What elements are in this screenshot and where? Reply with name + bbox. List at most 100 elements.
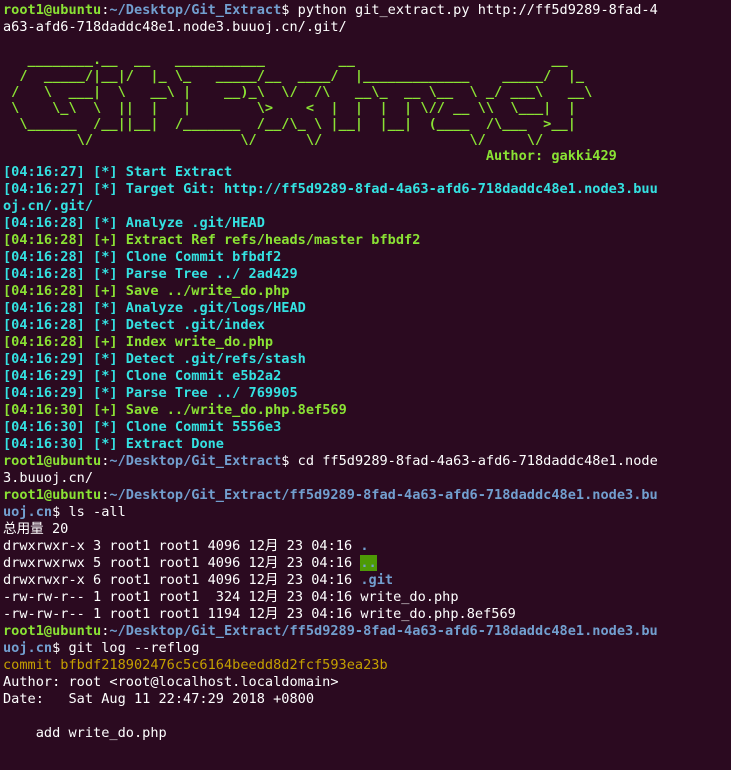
log-line: oj.cn/.git/: [3, 198, 731, 215]
log-line: [04:16:28] [*] Detect .git/index: [3, 317, 731, 334]
log-time: [04:16:28]: [3, 283, 85, 299]
log-tag: [+]: [93, 283, 118, 299]
log-tag: [+]: [93, 232, 118, 248]
git-commit-hash: commit bfbdf218902476c5c6164beedd8d2fcf5…: [3, 657, 388, 673]
log-line: [04:16:30] [*] Extract Done: [3, 436, 731, 453]
command-line-3: root1@ubuntu:~/Desktop/Git_Extract/ff5d9…: [3, 487, 658, 503]
log-tag: [+]: [93, 334, 118, 350]
log-time: [04:16:30]: [3, 402, 85, 418]
log-line: [04:16:28] [+] Extract Ref refs/heads/ma…: [3, 232, 731, 249]
log-message: Detect .git/refs/stash: [125, 351, 306, 367]
log-message: Extract Ref refs/heads/master bfbdf2: [125, 232, 421, 248]
prompt-directory: ~/Desktop/Git_Extract/ff5d9289-8fad-4a63…: [109, 487, 658, 503]
log-line: [04:16:28] [*] Clone Commit bfbdf2: [3, 249, 731, 266]
ls-meta: -rw-rw-r-- 1 root1 root1 1194 12月 23 04:…: [3, 606, 361, 622]
prompt-directory: ~/Desktop/Git_Extract: [109, 453, 282, 469]
command-line-2: root1@ubuntu:~/Desktop/Git_Extract$ cd f…: [3, 453, 658, 469]
terminal-window[interactable]: root1@ubuntu:~/Desktop/Git_Extract$ pyth…: [0, 0, 731, 742]
command-line-4: root1@ubuntu:~/Desktop/Git_Extract/ff5d9…: [3, 623, 658, 639]
ls-row: drwxrwxr-x 3 root1 root1 4096 12月 23 04:…: [3, 538, 731, 555]
log-message: Save ../write_do.php: [125, 283, 290, 299]
log-message: Start Extract: [125, 164, 233, 180]
ascii-banner-line: [3, 36, 731, 52]
log-message: Analyze .git/logs/HEAD: [125, 300, 306, 316]
ls-listing: drwxrwxr-x 3 root1 root1 4096 12月 23 04:…: [3, 538, 731, 623]
git-commit-message: add write_do.php: [3, 725, 167, 741]
ascii-banner-line: \ \_\ \ || | | \> < | | | | \// __ \\ \_…: [3, 100, 593, 116]
extract-log: [04:16:27] [*] Start Extract [04:16:27] […: [3, 164, 731, 453]
command-line-4-wrap: uoj.cn$ git log --reflog: [3, 640, 200, 656]
ls-total: 总用量 20: [3, 521, 69, 537]
log-line: [04:16:28] [*] Analyze .git/HEAD: [3, 215, 731, 232]
ascii-banner-line: ________.__ __ ___________ __ __: [3, 52, 593, 68]
ls-meta: -rw-rw-r-- 1 root1 root1 324 12月 23 04:1…: [3, 589, 361, 605]
log-time: [04:16:28]: [3, 266, 85, 282]
ls-row: drwxrwxr-x 6 root1 root1 4096 12月 23 04:…: [3, 572, 731, 589]
ascii-banner-line: \______ /__||__| /_______ /__/\_ \ |__| …: [3, 116, 593, 132]
ls-filename: .git: [360, 572, 394, 588]
log-line: [04:16:30] [*] Clone Commit 5556e3: [3, 419, 731, 436]
command-text: python git_extract.py http://ff5d9289-8f…: [297, 2, 658, 18]
log-message: Parse Tree ../ 2ad429: [125, 266, 298, 282]
log-time: [04:16:30]: [3, 436, 85, 452]
log-message: Index write_do.php: [125, 334, 274, 350]
ls-filename: write_do.php.8ef569: [360, 606, 516, 622]
log-tag: [*]: [93, 368, 118, 384]
log-time: [04:16:28]: [3, 300, 85, 316]
log-line: [04:16:29] [*] Parse Tree ../ 769905: [3, 385, 731, 402]
log-line: [04:16:29] [*] Detect .git/refs/stash: [3, 351, 731, 368]
log-message: Extract Done: [125, 436, 224, 452]
log-time: [04:16:28]: [3, 232, 85, 248]
ascii-banner-line: \/ \/ \/ \/ \/: [3, 132, 593, 148]
command-text: ls -all: [68, 504, 126, 520]
log-time: [04:16:28]: [3, 249, 85, 265]
log-tag: [+]: [93, 402, 118, 418]
log-tag: [*]: [93, 164, 118, 180]
log-time: [04:16:28]: [3, 334, 85, 350]
log-time: [04:16:29]: [3, 351, 85, 367]
log-message: oj.cn/.git/: [3, 198, 94, 214]
log-line: [04:16:27] [*] Target Git: http://ff5d92…: [3, 181, 731, 198]
log-message: Parse Tree ../ 769905: [125, 385, 298, 401]
ascii-banner-line: / \ ___| \ __\ | __)_\ \/ /\ __\_ __ \__…: [3, 84, 593, 100]
log-time: [04:16:30]: [3, 419, 85, 435]
log-message: Save ../write_do.php.8ef569: [125, 402, 347, 418]
log-tag: [*]: [93, 436, 118, 452]
ls-filename: ..: [360, 555, 377, 571]
log-tag: [*]: [93, 300, 118, 316]
log-time: [04:16:27]: [3, 164, 85, 180]
ls-row: drwxrwxrwx 5 root1 root1 4096 12月 23 04:…: [3, 555, 731, 572]
log-message: Clone Commit bfbdf2: [125, 249, 282, 265]
log-tag: [*]: [93, 266, 118, 282]
log-line: [04:16:29] [*] Clone Commit e5b2a2: [3, 368, 731, 385]
log-time: [04:16:29]: [3, 368, 85, 384]
log-time: [04:16:27]: [3, 181, 85, 197]
log-line: [04:16:30] [+] Save ../write_do.php.8ef5…: [3, 402, 731, 419]
log-line: [04:16:28] [*] Analyze .git/logs/HEAD: [3, 300, 731, 317]
log-time: [04:16:28]: [3, 317, 85, 333]
prompt-directory: ~/Desktop/Git_Extract/ff5d9289-8fad-4a63…: [109, 623, 658, 639]
command-line-1: root1@ubuntu:~/Desktop/Git_Extract$ pyth…: [3, 2, 658, 18]
log-message: Target Git: http://ff5d9289-8fad-4a63-af…: [125, 181, 658, 197]
log-line: [04:16:28] [+] Index write_do.php: [3, 334, 731, 351]
command-text: git log --reflog: [68, 640, 200, 656]
command-line-2-wrap: 3.buuoj.cn/: [3, 470, 94, 486]
log-tag: [*]: [93, 215, 118, 231]
git-commit-date: Date: Sat Aug 11 22:47:29 2018 +0800: [3, 691, 314, 707]
ascii-banner: ________.__ __ ___________ __ __ / _____…: [3, 36, 731, 164]
log-message: Clone Commit 5556e3: [125, 419, 282, 435]
log-tag: [*]: [93, 351, 118, 367]
log-line: [04:16:28] [+] Save ../write_do.php: [3, 283, 731, 300]
prompt-user: root1@ubuntu: [3, 2, 102, 18]
command-line-3-wrap: uoj.cn$ ls -all: [3, 504, 126, 520]
command-line-1-wrap: a63-afd6-718daddc48e1.node3.buuoj.cn/.gi…: [3, 19, 347, 35]
prompt-user: root1@ubuntu: [3, 487, 102, 503]
log-tag: [*]: [93, 385, 118, 401]
command-text: cd ff5d9289-8fad-4a63-afd6-718daddc48e1.…: [297, 453, 658, 469]
prompt-user: root1@ubuntu: [3, 453, 102, 469]
log-line: [04:16:27] [*] Start Extract: [3, 164, 731, 181]
log-message: Clone Commit e5b2a2: [125, 368, 282, 384]
ls-meta: drwxrwxr-x 6 root1 root1 4096 12月 23 04:…: [3, 572, 361, 588]
log-time: [04:16:28]: [3, 215, 85, 231]
